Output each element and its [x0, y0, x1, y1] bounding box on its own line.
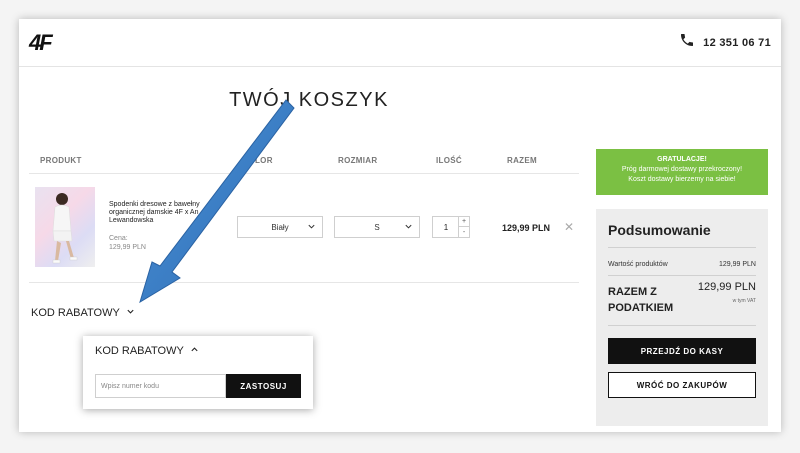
discount-code-toggle[interactable]: KOD RABATOWY	[31, 307, 135, 319]
column-header-qty: ILOŚĆ	[436, 156, 462, 165]
table-header-divider	[29, 173, 579, 174]
decrease-quantity-button[interactable]: -	[458, 227, 469, 237]
continue-shopping-button[interactable]: WRÓĆ DO ZAKUPÓW	[608, 372, 756, 398]
summary-title: Podsumowanie	[608, 222, 711, 238]
phone-contact[interactable]: 12 351 06 71	[679, 32, 771, 53]
discount-code-popup: KOD RABATOWY Wpisz numer kodu ZASTOSUJ	[83, 336, 313, 409]
phone-number: 12 351 06 71	[703, 36, 771, 49]
chevron-up-icon	[190, 345, 199, 357]
vat-note: w tym VAT	[732, 298, 756, 304]
quantity-value[interactable]: 1	[433, 217, 459, 237]
total-label: RAZEM Z PODATKIEM	[608, 286, 674, 314]
checkout-button[interactable]: PRZEJDŹ DO KASY	[608, 338, 756, 364]
quantity-stepper[interactable]: 1 + -	[432, 216, 470, 238]
summary-divider	[608, 247, 756, 248]
free-shipping-banner: GRATULACJE! Próg darmowej dostawy przekr…	[596, 149, 768, 195]
table-row-divider	[29, 282, 579, 283]
order-summary: Podsumowanie Wartość produktów 129,99 PL…	[596, 209, 768, 426]
column-header-product: PRODUKT	[40, 156, 82, 165]
chevron-down-icon	[404, 222, 413, 233]
summary-divider	[608, 325, 756, 326]
phone-icon	[679, 32, 695, 53]
products-value-label: Wartość produktów	[608, 261, 668, 268]
popup-title[interactable]: KOD RABATOWY	[95, 345, 199, 357]
increase-quantity-button[interactable]: +	[458, 217, 469, 227]
line-total: 129,99 PLN	[502, 223, 551, 233]
total-value: 129,99 PLN	[697, 281, 756, 293]
brand-logo[interactable]: 4F	[29, 30, 53, 56]
size-select[interactable]: S	[334, 216, 420, 238]
chevron-down-icon	[307, 222, 316, 233]
products-value: 129,99 PLN	[719, 261, 756, 268]
header-divider	[19, 66, 781, 67]
product-name[interactable]: Spodenki dresowe z bawełny organicznej d…	[109, 201, 221, 225]
discount-code-input[interactable]: Wpisz numer kodu	[95, 374, 226, 398]
summary-divider	[608, 275, 756, 276]
product-price: Cena: 129,99 PLN	[109, 235, 146, 251]
column-header-color: LOR	[255, 156, 273, 165]
product-image[interactable]	[35, 187, 95, 267]
page-title: TWÓJ KOSZYK	[229, 89, 389, 111]
column-header-total: RAZEM	[507, 156, 537, 165]
chevron-down-icon	[126, 307, 135, 319]
column-header-size: ROZMIAR	[338, 156, 378, 165]
remove-item-icon[interactable]: ✕	[564, 220, 574, 234]
color-select[interactable]: Biały	[237, 216, 323, 238]
apply-code-button[interactable]: ZASTOSUJ	[226, 374, 301, 398]
